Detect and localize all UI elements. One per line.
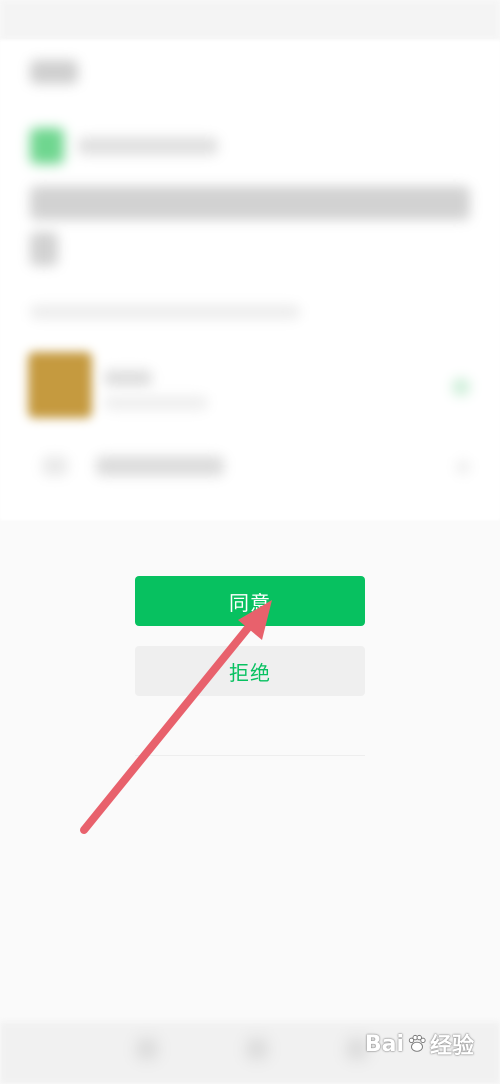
watermark-text-right: 经验 — [429, 1034, 474, 1059]
app-icon — [30, 128, 64, 164]
permission-text-blurred — [96, 456, 224, 476]
nav-back-icon — [136, 1038, 158, 1060]
page: 同意 拒绝 Bai 经验 — [0, 0, 500, 1084]
status-icon — [452, 378, 470, 396]
sub-text-blurred — [30, 305, 300, 319]
avatar-sub-blurred — [104, 396, 208, 410]
agree-button[interactable]: 同意 — [135, 576, 365, 626]
nav-home-icon — [246, 1038, 268, 1060]
paw-icon — [408, 1034, 426, 1052]
reject-button[interactable]: 拒绝 — [135, 646, 365, 696]
permission-icon — [42, 456, 68, 476]
page-title-blurred — [30, 60, 78, 84]
divider — [135, 755, 365, 756]
watermark-text-left: Bai — [364, 1031, 404, 1057]
chevron-icon — [456, 460, 470, 474]
watermark: Bai 经验 — [365, 1028, 474, 1060]
avatar-name-blurred — [104, 370, 152, 386]
message-text-blurred — [30, 186, 470, 220]
reject-button-label: 拒绝 — [229, 660, 271, 685]
request-details-card — [0, 40, 500, 520]
message-text-blurred-2 — [30, 232, 58, 266]
header-text-blurred — [78, 137, 218, 155]
agree-button-label: 同意 — [229, 590, 271, 615]
avatar — [28, 352, 92, 418]
status-bar — [0, 0, 500, 40]
